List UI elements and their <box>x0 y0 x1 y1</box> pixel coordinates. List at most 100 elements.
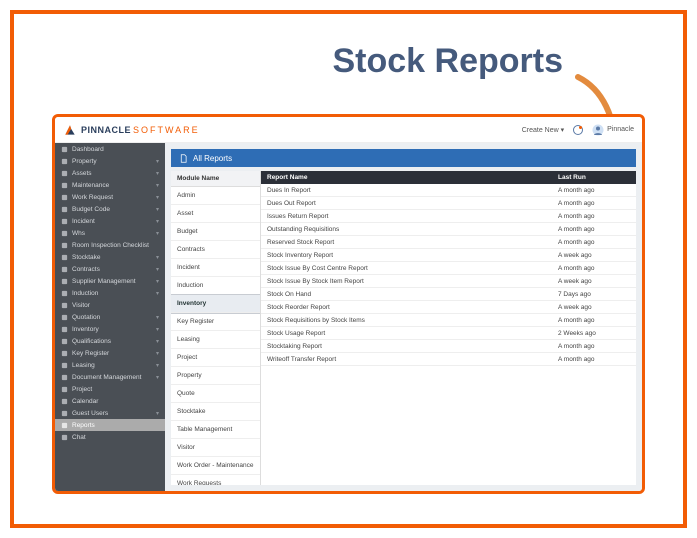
sidebar-item-leasing[interactable]: Leasing▾ <box>55 359 165 371</box>
chevron-down-icon: ▾ <box>156 374 159 381</box>
sidebar-item-work-request[interactable]: Work Request▾ <box>55 191 165 203</box>
module-item-inventory[interactable]: Inventory <box>171 295 260 313</box>
module-item-key-register[interactable]: Key Register <box>171 313 260 331</box>
file-icon <box>61 266 68 273</box>
td-last-run: A week ago <box>558 252 630 259</box>
td-report-name: Dues In Report <box>267 187 558 194</box>
module-item-admin[interactable]: Admin <box>171 187 260 205</box>
sidebar-item-label: Visitor <box>72 302 90 309</box>
module-item-work-order-maintenance[interactable]: Work Order - Maintenance <box>171 457 260 475</box>
chevron-down-icon: ▾ <box>156 218 159 225</box>
sidebar-item-contracts[interactable]: Contracts▾ <box>55 263 165 275</box>
sidebar-item-document-management[interactable]: Document Management▾ <box>55 371 165 383</box>
eye-icon <box>61 302 68 309</box>
td-last-run: A month ago <box>558 226 630 233</box>
sidebar-item-calendar[interactable]: Calendar <box>55 395 165 407</box>
module-item-contracts[interactable]: Contracts <box>171 241 260 259</box>
sidebar-item-visitor[interactable]: Visitor <box>55 299 165 311</box>
sidebar-item-assets[interactable]: Assets▾ <box>55 167 165 179</box>
table-row[interactable]: Writeoff Transfer ReportA month ago <box>261 353 636 366</box>
sidebar-item-budget-code[interactable]: Budget Code▾ <box>55 203 165 215</box>
module-item-table-management[interactable]: Table Management <box>171 421 260 439</box>
sidebar-item-whs[interactable]: Whs▾ <box>55 227 165 239</box>
create-new-button[interactable]: Create New ▾ <box>522 126 564 134</box>
td-report-name: Stock Requisitions by Stock Items <box>267 317 558 324</box>
module-item-quote[interactable]: Quote <box>171 385 260 403</box>
td-report-name: Stock On Hand <box>267 291 558 298</box>
table-row[interactable]: Stock Issue By Cost Centre ReportA month… <box>261 262 636 275</box>
notification-icon[interactable] <box>572 124 584 136</box>
table-row[interactable]: Stock Usage Report2 Weeks ago <box>261 327 636 340</box>
table-row[interactable]: Dues In ReportA month ago <box>261 184 636 197</box>
module-item-visitor[interactable]: Visitor <box>171 439 260 457</box>
sidebar-item-label: Key Register <box>72 350 109 357</box>
td-report-name: Stock Inventory Report <box>267 252 558 259</box>
guest-icon <box>61 410 68 417</box>
sidebar-item-label: Contracts <box>72 266 100 273</box>
chevron-down-icon: ▾ <box>156 194 159 201</box>
module-item-induction[interactable]: Induction <box>171 277 260 295</box>
lease-icon <box>61 362 68 369</box>
brand-text-1: PINNACLE <box>81 125 131 135</box>
sidebar-item-dashboard[interactable]: Dashboard <box>55 143 165 155</box>
module-item-property[interactable]: Property <box>171 367 260 385</box>
sidebar-item-induction[interactable]: Induction▾ <box>55 287 165 299</box>
td-last-run: A month ago <box>558 343 630 350</box>
td-report-name: Stock Issue By Cost Centre Report <box>267 265 558 272</box>
module-item-incident[interactable]: Incident <box>171 259 260 277</box>
table-row[interactable]: Stock Issue By Stock Item ReportA week a… <box>261 275 636 288</box>
user-menu[interactable]: Pinnacle <box>592 124 634 136</box>
chevron-down-icon: ▾ <box>156 326 159 333</box>
doc-icon <box>61 374 68 381</box>
sidebar-item-guest-users[interactable]: Guest Users▾ <box>55 407 165 419</box>
app-body: DashboardProperty▾Assets▾Maintenance▾Wor… <box>55 143 642 491</box>
table-row[interactable]: Stock On Hand7 Days ago <box>261 288 636 301</box>
td-report-name: Stock Reorder Report <box>267 304 558 311</box>
reports-panel: Module Name AdminAssetBudgetContractsInc… <box>171 171 636 485</box>
sidebar-item-label: Whs <box>72 230 85 237</box>
chevron-down-icon: ▾ <box>561 127 565 134</box>
sidebar-item-chat[interactable]: Chat <box>55 431 165 443</box>
table-row[interactable]: Reserved Stock ReportA month ago <box>261 236 636 249</box>
table-row[interactable]: Stock Requisitions by Stock ItemsA month… <box>261 314 636 327</box>
sidebar-item-reports[interactable]: Reports <box>55 419 165 431</box>
module-item-leasing[interactable]: Leasing <box>171 331 260 349</box>
sidebar-item-quotation[interactable]: Quotation▾ <box>55 311 165 323</box>
td-report-name: Dues Out Report <box>267 200 558 207</box>
project-icon <box>61 386 68 393</box>
sidebar-item-inventory[interactable]: Inventory ▾ <box>55 323 165 335</box>
table-row[interactable]: Outstanding RequisitionsA month ago <box>261 223 636 236</box>
chevron-down-icon: ▾ <box>156 290 159 297</box>
sidebar-item-key-register[interactable]: Key Register▾ <box>55 347 165 359</box>
table-row[interactable]: Stock Reorder ReportA week ago <box>261 301 636 314</box>
module-item-stocktake[interactable]: Stocktake <box>171 403 260 421</box>
list-icon <box>61 242 68 249</box>
table-row[interactable]: Stock Inventory ReportA week ago <box>261 249 636 262</box>
sidebar-item-supplier-management[interactable]: Supplier Management▾ <box>55 275 165 287</box>
chevron-down-icon: ▾ <box>156 254 159 261</box>
report-icon <box>61 422 68 429</box>
table-row[interactable]: Stocktaking ReportA month ago <box>261 340 636 353</box>
sidebar-item-room-inspection-checklist[interactable]: Room Inspection Checklist <box>55 239 165 251</box>
module-item-asset[interactable]: Asset <box>171 205 260 223</box>
td-report-name: Outstanding Requisitions <box>267 226 558 233</box>
sidebar-item-label: Qualifications <box>72 338 111 345</box>
clipboard-icon <box>61 194 68 201</box>
module-item-budget[interactable]: Budget <box>171 223 260 241</box>
table-row[interactable]: Dues Out ReportA month ago <box>261 197 636 210</box>
sidebar-item-label: Leasing <box>72 362 95 369</box>
chevron-down-icon: ▾ <box>156 338 159 345</box>
td-report-name: Stocktaking Report <box>267 343 558 350</box>
module-item-work-requests[interactable]: Work Requests <box>171 475 260 485</box>
sidebar-item-property[interactable]: Property▾ <box>55 155 165 167</box>
td-last-run: A month ago <box>558 239 630 246</box>
sidebar-item-maintenance[interactable]: Maintenance▾ <box>55 179 165 191</box>
table-row[interactable]: Issues Return ReportA month ago <box>261 210 636 223</box>
sidebar-item-qualifications[interactable]: Qualifications ▾ <box>55 335 165 347</box>
sidebar-item-incident[interactable]: Incident▾ <box>55 215 165 227</box>
sidebar-item-stocktake[interactable]: Stocktake▾ <box>55 251 165 263</box>
shield-icon <box>61 230 68 237</box>
module-item-project[interactable]: Project <box>171 349 260 367</box>
sidebar-item-project[interactable]: Project <box>55 383 165 395</box>
sidebar-item-label: Inventory <box>72 326 99 333</box>
